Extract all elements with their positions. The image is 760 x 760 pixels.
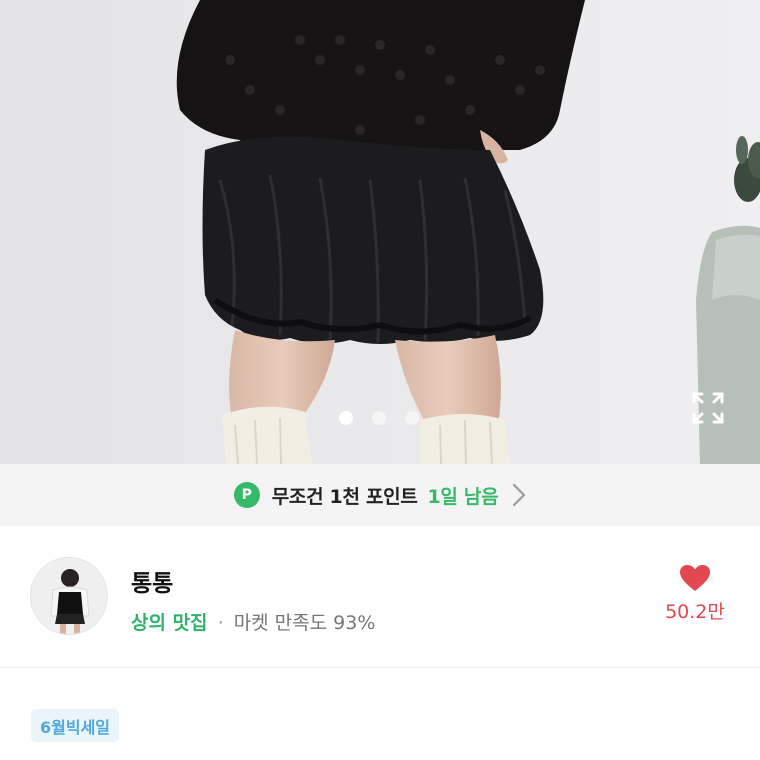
shop-name[interactable]: 통통 bbox=[131, 564, 173, 598]
market-satisfaction: 마켓 만족도 93% bbox=[233, 612, 376, 634]
meta-separator: · bbox=[217, 612, 224, 634]
point-badge-icon: P bbox=[233, 482, 260, 508]
event-tag[interactable]: 6월빅세일 bbox=[31, 709, 120, 742]
carousel-dot-1[interactable] bbox=[339, 411, 353, 425]
like-button[interactable]: 50.2만 bbox=[660, 564, 730, 624]
expand-icon bbox=[692, 392, 724, 424]
section-divider bbox=[0, 667, 760, 668]
shop-avatar[interactable] bbox=[30, 557, 108, 635]
like-count: 50.2만 bbox=[665, 601, 725, 623]
carousel-dot-2[interactable] bbox=[372, 411, 386, 425]
shop-meta: 상의 맛집 · 마켓 만족도 93% bbox=[131, 608, 375, 635]
point-event-remaining: 1일 남음 bbox=[427, 485, 499, 508]
heart-icon bbox=[680, 565, 710, 591]
chevron-right-icon bbox=[513, 483, 526, 507]
point-event-text: 무조건 1천 포인트 bbox=[271, 485, 418, 508]
fullscreen-button[interactable] bbox=[690, 390, 726, 426]
shop-category: 상의 맛집 bbox=[131, 612, 208, 634]
carousel-dot-3[interactable] bbox=[405, 411, 419, 425]
product-photo bbox=[0, 0, 760, 464]
avatar-image bbox=[31, 558, 107, 634]
plant-decor bbox=[734, 136, 760, 202]
point-event-banner[interactable]: P 무조건 1천 포인트 1일 남음 bbox=[0, 464, 760, 526]
shop-info: 통통 상의 맛집 · 마켓 만족도 93% 50.2만 bbox=[0, 526, 760, 668]
carousel-indicator bbox=[339, 411, 419, 425]
product-image-carousel[interactable] bbox=[0, 0, 760, 464]
